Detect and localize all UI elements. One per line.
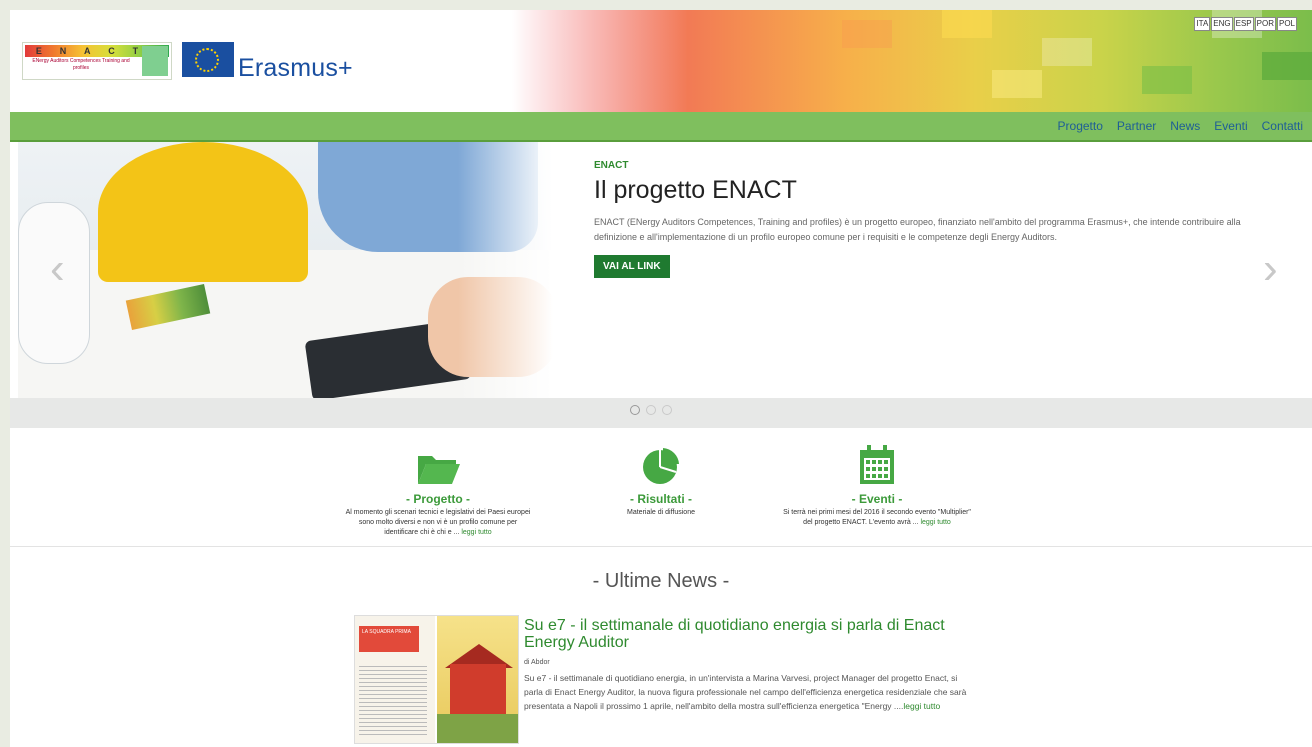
slider-dot[interactable] [630, 405, 640, 415]
feature-title[interactable]: - Progetto - [343, 492, 533, 506]
header-mosaic-banner [512, 10, 1312, 112]
eu-flag-icon [182, 42, 234, 77]
nav-item-news[interactable]: News [1170, 119, 1200, 133]
nav-item-progetto[interactable]: Progetto [1058, 119, 1103, 133]
news-heading: - Ultime News - [592, 570, 730, 592]
enact-logo-letters: E N A C T [27, 45, 147, 57]
logo-letter: A [84, 46, 91, 56]
nav-item-contatti[interactable]: Contatti [1262, 119, 1303, 133]
feature-title[interactable]: - Risultati - [566, 492, 756, 506]
slider-dot[interactable] [662, 405, 672, 415]
enact-logo[interactable]: E N A C T ENergy Auditors Competences Tr… [22, 42, 172, 80]
feature-title[interactable]: - Eventi - [782, 492, 972, 506]
news-title-link[interactable]: Su e7 - il settimanale di quotidiano ene… [524, 617, 964, 651]
page: E N A C T ENergy Auditors Competences Tr… [10, 10, 1312, 747]
feature-progetto: - Progetto - Al momento gli scenari tecn… [343, 440, 533, 538]
lang-eng[interactable]: ENG [1211, 17, 1233, 31]
news-author: di Abdor [524, 659, 550, 666]
nav-item-eventi[interactable]: Eventi [1214, 119, 1247, 133]
feature-risultati: - Risultati - Materiale di diffusione [566, 440, 756, 518]
lang-esp[interactable]: ESP [1233, 17, 1254, 31]
language-switcher: ITA ENG ESP POR POL [1194, 17, 1297, 31]
slider-prev-arrow-icon[interactable]: ‹ [50, 244, 65, 294]
lang-pol[interactable]: POL [1276, 17, 1297, 31]
nav-item-partner[interactable]: Partner [1117, 119, 1156, 133]
read-more-link[interactable]: leggi tutto [903, 701, 940, 711]
read-more-link[interactable]: leggi tutto [920, 519, 950, 526]
slider-next-arrow-icon[interactable]: › [1263, 244, 1278, 294]
thumb-caption: LA SQUADRA PRIMA [359, 626, 419, 652]
feature-section: - Progetto - Al momento gli scenari tecn… [10, 440, 1312, 548]
enact-logo-subtitle: ENergy Auditors Competences Training and… [32, 58, 130, 71]
slide-description: ENACT (ENergy Auditors Competences, Trai… [594, 217, 1241, 242]
feature-text: Materiale di diffusione [627, 509, 695, 516]
lang-ita[interactable]: ITA [1194, 17, 1211, 31]
logo-letter: C [108, 46, 115, 56]
section-divider [10, 546, 1312, 547]
feature-eventi: - Eventi - Si terrà nei primi mesi del 2… [782, 440, 972, 528]
news-excerpt: Su e7 - il settimanale di quotidiano ene… [524, 673, 967, 711]
read-more-link[interactable]: leggi tutto [461, 529, 491, 536]
logo-letter: N [59, 46, 67, 56]
slide-title: Il progetto ENACT [594, 176, 797, 204]
hero-image [18, 142, 553, 398]
house-icon [142, 46, 168, 76]
pie-chart-icon[interactable] [641, 446, 681, 486]
folder-icon[interactable] [416, 450, 460, 486]
lang-por[interactable]: POR [1254, 17, 1276, 31]
logo-letter: E [35, 46, 42, 56]
feature-text: Al momento gli scenari tecnici e legisla… [345, 509, 531, 536]
nav-menu: Progetto Partner News Eventi Contatti [1044, 112, 1303, 140]
calendar-icon[interactable] [858, 444, 896, 486]
news-thumbnail[interactable]: LA SQUADRA PRIMA [354, 615, 519, 744]
logo-letter: T [132, 46, 139, 56]
main-navbar: Progetto Partner News Eventi Contatti [10, 112, 1312, 142]
slider-dot[interactable] [646, 405, 656, 415]
erasmus-logo-text[interactable]: Erasmus+ [238, 54, 353, 83]
vai-al-link-button[interactable]: VAI AL LINK [594, 255, 670, 278]
hero-slider: ‹ ENACT Il progetto ENACT ENACT (ENergy … [18, 142, 1312, 398]
slide-content: ENACT Il progetto ENACT ENACT (ENergy Au… [594, 160, 1244, 278]
news-item: LA SQUADRA PRIMA Su e7 - il settimanale … [354, 615, 974, 747]
slide-kicker: ENACT [594, 160, 629, 171]
feature-text: Si terrà nei primi mesi del 2016 il seco… [783, 509, 971, 526]
slider-pagination [10, 398, 1312, 428]
site-header: E N A C T ENergy Auditors Competences Tr… [10, 10, 1312, 112]
